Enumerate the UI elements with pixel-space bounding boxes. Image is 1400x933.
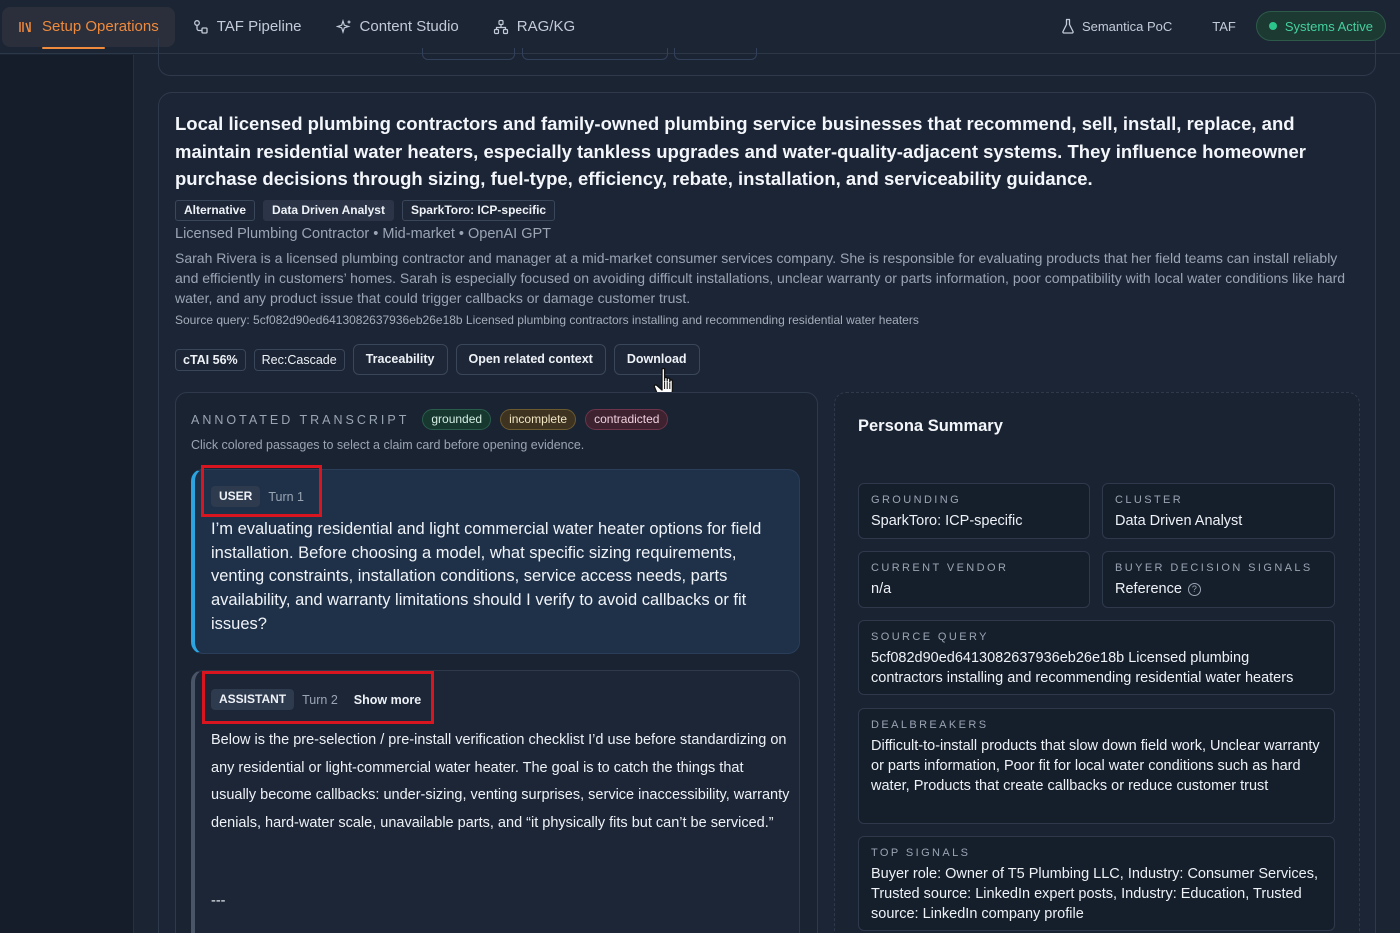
active-tab-indicator (42, 46, 105, 49)
legend-contradicted[interactable]: contradicted (585, 409, 669, 430)
traceability-button[interactable]: Traceability (352, 344, 448, 375)
previous-chip (422, 48, 515, 60)
status-label: Systems Active (1284, 18, 1373, 34)
persona-tags: Alternative Data Driven Analyst SparkTor… (175, 200, 556, 221)
transcript-hint: Click colored passages to select a claim… (191, 438, 585, 452)
tab-label: TAF Pipeline (216, 18, 302, 35)
library-icon (19, 21, 31, 32)
source-query-field: SOURCE QUERY 5cf082d90ed6413082637936eb2… (858, 620, 1335, 695)
buyer-decision-signals-label: BUYER DECISION SIGNALS (1115, 562, 1313, 574)
tab-setup-operations[interactable]: Setup Operations (2, 6, 175, 49)
semantica-poc-label: Semantica PoC (1081, 18, 1173, 34)
nav-right-group: Semantica PoC TAF Systems Active (1040, 11, 1386, 41)
persona-description: Sarah Rivera is a licensed plumbing cont… (175, 250, 1346, 306)
cluster-label: CLUSTER (1115, 494, 1184, 506)
sparkle-icon (335, 18, 351, 34)
persona-summary-title: Persona Summary (858, 417, 1003, 435)
highlight-box-assistant (202, 671, 434, 724)
current-vendor-field: CURRENT VENDOR n/a (858, 551, 1090, 608)
transcript-header: ANNOTATED TRANSCRIPT grounded incomplete… (191, 409, 669, 430)
cluster-value: Data Driven Analyst (1115, 513, 1243, 529)
tab-label: Setup Operations (42, 18, 159, 35)
persona-source-query: Source query: 5cf082d90ed6413082637936eb… (175, 313, 919, 327)
legend-incomplete[interactable]: incomplete (500, 409, 577, 430)
user-message-text[interactable]: I’m evaluating residential and light com… (211, 518, 786, 637)
status-dot-icon (1268, 22, 1277, 30)
systems-status-badge[interactable]: Systems Active (1255, 11, 1386, 41)
left-sidebar (0, 55, 134, 933)
dealbreakers-label: DEALBREAKERS (871, 719, 989, 731)
ctai-score-badge: cTAI 56% (175, 348, 246, 371)
taf-link[interactable]: TAF (1192, 19, 1256, 34)
previous-card-edge (158, 38, 1376, 76)
cluster-field: CLUSTER Data Driven Analyst (1102, 483, 1335, 539)
tab-label: RAG/KG (516, 18, 576, 35)
help-circle-icon[interactable]: ? (1187, 583, 1201, 596)
action-row: cTAI 56% Rec:Cascade Traceability Open r… (175, 344, 700, 375)
top-signals-label: TOP SIGNALS (871, 847, 971, 859)
grounding-field: GROUNDING SparkToro: ICP-specific (858, 483, 1090, 539)
buyer-decision-signals-field: BUYER DECISION SIGNALS Reference? (1102, 551, 1335, 608)
tag-alternative: Alternative (175, 200, 256, 221)
top-signals-value: Buyer role: Owner of T5 Plumbing LLC, In… (871, 866, 1319, 922)
assistant-message-text[interactable]: Below is the pre-selection / pre-install… (211, 727, 791, 837)
semantica-poc-link[interactable]: Semantica PoC (1040, 18, 1192, 34)
current-vendor-label: CURRENT VENDOR (871, 562, 1009, 574)
source-query-value: 5cf082d90ed6413082637936eb26e18b License… (871, 650, 1294, 686)
dealbreakers-field: DEALBREAKERS Difficult-to-install produc… (858, 708, 1335, 824)
taf-label: TAF (1212, 18, 1236, 34)
pipeline-icon (193, 19, 208, 34)
buyer-decision-signals-value: Reference (1115, 581, 1182, 597)
tab-label: Content Studio (359, 18, 459, 35)
source-query-label: SOURCE QUERY (871, 631, 989, 643)
grounding-label: GROUNDING (871, 494, 962, 506)
persona-headline: Local licensed plumbing contractors and … (175, 113, 1306, 189)
persona-subline: Licensed Plumbing Contractor • Mid-marke… (175, 226, 552, 242)
buyer-decision-signals-row: Reference? (1115, 580, 1324, 600)
open-related-context-button[interactable]: Open related context (455, 344, 606, 375)
dealbreakers-value: Difficult-to-install products that slow … (871, 738, 1320, 794)
recommendation-badge: Rec:Cascade (253, 348, 345, 371)
assistant-separator: --- (211, 893, 226, 909)
transcript-title: ANNOTATED TRANSCRIPT (191, 412, 410, 427)
previous-chip (522, 48, 668, 60)
tag-cluster: Data Driven Analyst (263, 200, 394, 221)
legend-grounded[interactable]: grounded (422, 409, 492, 430)
previous-chip (674, 48, 757, 60)
current-vendor-value: n/a (871, 581, 892, 597)
grounding-value: SparkToro: ICP-specific (871, 513, 1023, 529)
flask-icon (1062, 18, 1074, 34)
tag-grounding: SparkToro: ICP-specific (401, 200, 556, 221)
graph-icon (493, 19, 508, 34)
top-signals-field: TOP SIGNALS Buyer role: Owner of T5 Plum… (858, 836, 1335, 931)
highlight-box-user (201, 465, 322, 517)
